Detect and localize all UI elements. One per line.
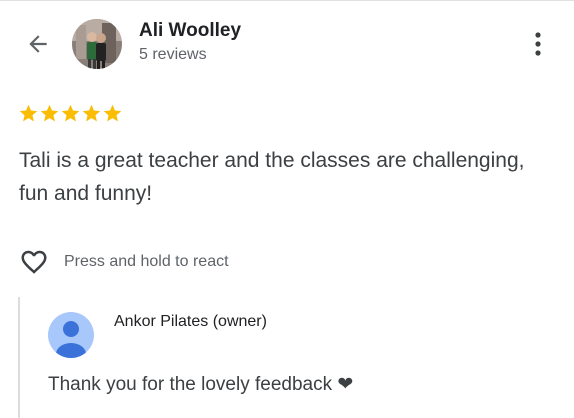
reviewer-review-count: 5 reviews — [139, 46, 207, 63]
star-icon — [40, 104, 59, 122]
owner-avatar — [48, 312, 94, 358]
heart-outline-icon — [21, 250, 47, 274]
owner-name: Ankor Pilates (owner) — [114, 313, 267, 330]
more-vert-icon — [535, 32, 541, 56]
star-icon — [19, 104, 38, 122]
top-divider — [0, 0, 574, 1]
more-options-button[interactable] — [524, 28, 552, 60]
react-button[interactable]: Press and hold to react — [18, 247, 229, 277]
star-icon — [82, 104, 101, 122]
review-text: Tali is a great teacher and the classes … — [19, 149, 525, 205]
owner-response: Ankor Pilates (owner) Thank you for the … — [18, 297, 558, 418]
arrow-back-icon — [29, 35, 47, 53]
react-label: Press and hold to react — [64, 253, 229, 270]
owner-reply: Thank you for the lovely feedback ❤ — [48, 373, 353, 396]
owner-reply-text: Thank you for the lovely feedback ❤ — [48, 374, 354, 395]
back-button[interactable] — [20, 26, 56, 62]
reviewer-photo-icon — [72, 19, 122, 69]
star-icon — [61, 104, 80, 122]
reviewer-name[interactable]: Ali Woolley — [139, 20, 241, 42]
star-rating — [18, 103, 123, 124]
reviewer-avatar[interactable] — [72, 19, 122, 69]
person-icon — [56, 321, 86, 358]
star-icon — [103, 104, 122, 122]
